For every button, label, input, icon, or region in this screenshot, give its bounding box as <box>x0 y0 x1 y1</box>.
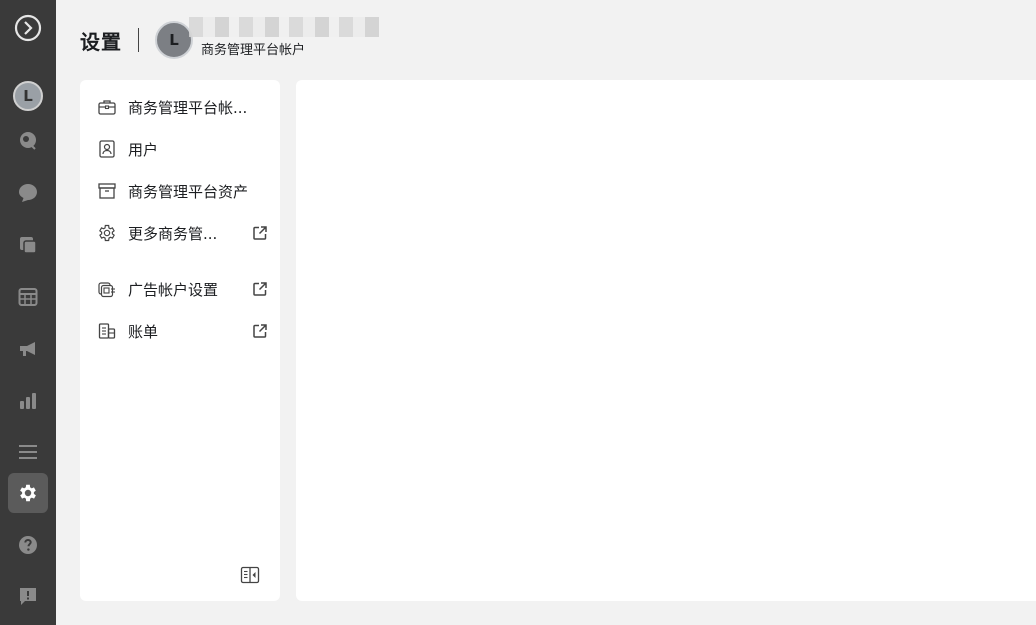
rail-home-button[interactable] <box>8 121 48 161</box>
rail-settings-button[interactable] <box>8 473 48 513</box>
settings-content-panel <box>296 80 1036 601</box>
briefcase-icon <box>96 96 118 118</box>
header-divider <box>138 28 139 52</box>
nav-label: 账单 <box>128 322 159 341</box>
rail-insights-button[interactable] <box>8 381 48 421</box>
gear-outline-icon <box>96 222 118 244</box>
nav-label: 更多商务管... <box>128 224 218 243</box>
settings-nav-billing[interactable]: 账单 <box>96 317 268 345</box>
page-title: 设置 <box>80 29 122 54</box>
settings-nav-ad-account[interactable]: 广告帐户设置 <box>96 275 268 303</box>
collapse-panel-button[interactable] <box>240 565 260 585</box>
page-header: 设置 L 商务管理平台帐户 <box>80 16 379 59</box>
rail-help-button[interactable] <box>8 525 48 565</box>
left-rail: L <box>0 0 56 625</box>
nav-label: 广告帐户设置 <box>128 280 219 299</box>
external-link-icon <box>253 226 267 240</box>
account-avatar[interactable]: L <box>155 21 193 59</box>
nav-label: 商务管理平台帐... <box>128 98 248 117</box>
archive-box-icon <box>96 180 118 202</box>
rail-planner-button[interactable] <box>8 277 48 317</box>
megaphone-icon <box>20 342 35 356</box>
table-grid-icon <box>18 288 38 306</box>
ad-account-icon <box>96 278 118 300</box>
rail-ads-button[interactable] <box>8 329 48 369</box>
rail-menu-button[interactable] <box>8 432 48 472</box>
hamburger-menu-icon <box>19 445 37 459</box>
settings-nav-panel: 商务管理平台帐... 用户 商务管理平台资产 更多商务管... 广告帐户设置 账… <box>80 80 280 601</box>
meta-logo-icon <box>14 14 42 42</box>
external-link-icon <box>253 324 267 338</box>
rail-content-button[interactable] <box>8 225 48 265</box>
meta-logo-button[interactable] <box>8 8 48 48</box>
settings-nav-business-account[interactable]: 商务管理平台帐... <box>96 93 268 121</box>
globe-chat-icon <box>20 132 36 150</box>
account-switcher[interactable]: 商务管理平台帐户 <box>189 16 379 58</box>
nav-label: 用户 <box>128 140 159 159</box>
rail-inbox-button[interactable] <box>8 173 48 213</box>
account-name-redacted <box>189 16 379 37</box>
rail-feedback-button[interactable] <box>8 576 48 616</box>
bar-chart-icon <box>20 393 36 409</box>
user-badge-icon <box>96 138 118 160</box>
account-subtitle: 商务管理平台帐户 <box>201 42 306 58</box>
settings-nav-business-assets[interactable]: 商务管理平台资产 <box>96 177 268 205</box>
nav-label: 商务管理平台资产 <box>128 182 249 201</box>
gear-icon <box>20 484 36 502</box>
settings-nav-users[interactable]: 用户 <box>96 135 268 163</box>
feedback-icon <box>20 588 36 605</box>
chat-bubble-icon <box>19 184 37 202</box>
stacked-pages-icon <box>20 237 37 254</box>
help-circle-icon <box>19 536 37 554</box>
collapse-sidebar-icon <box>240 566 260 584</box>
billing-stack-icon <box>96 320 118 342</box>
avatar: L <box>13 81 43 111</box>
rail-account-avatar[interactable]: L <box>8 76 48 116</box>
settings-nav-more-business[interactable]: 更多商务管... <box>96 219 268 247</box>
external-link-icon <box>253 282 267 296</box>
